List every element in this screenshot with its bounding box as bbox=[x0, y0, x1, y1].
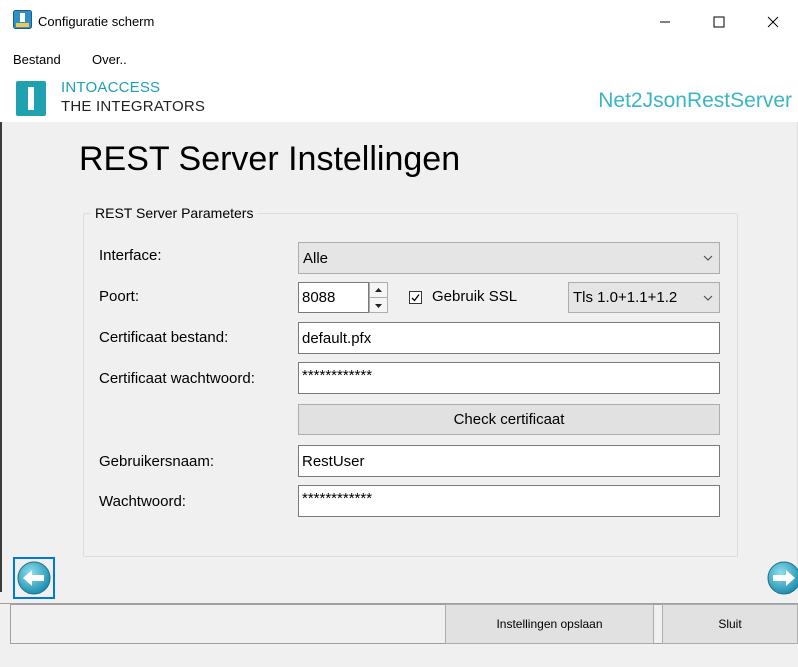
cert-file-value: default.pfx bbox=[302, 329, 372, 347]
tls-select[interactable]: Tls 1.0+1.1+1.2 bbox=[568, 282, 720, 313]
minimize-button[interactable] bbox=[638, 0, 692, 44]
password-value: ************ bbox=[302, 490, 373, 507]
password-label: Wachtwoord: bbox=[99, 493, 186, 510]
left-border bbox=[0, 122, 2, 592]
window-title: Configuratie scherm bbox=[38, 14, 155, 29]
username-input[interactable]: RestUser bbox=[298, 445, 720, 477]
title-bar: Configuratie scherm bbox=[0, 0, 798, 44]
poort-input[interactable]: 8088 bbox=[298, 282, 369, 313]
minimize-icon bbox=[660, 21, 670, 23]
maximize-button[interactable] bbox=[692, 0, 746, 44]
username-value: RestUser bbox=[302, 452, 365, 470]
cert-password-label: Certificaat wachtwoord: bbox=[99, 370, 255, 387]
interface-select[interactable]: Alle bbox=[298, 242, 720, 274]
ssl-label[interactable]: Gebruik SSL bbox=[432, 288, 517, 305]
cert-file-input[interactable]: default.pfx bbox=[298, 322, 720, 354]
password-input[interactable]: ************ bbox=[298, 485, 720, 517]
poort-stepper[interactable] bbox=[369, 282, 388, 313]
intoaccess-logo-icon bbox=[16, 81, 46, 116]
previous-button[interactable] bbox=[13, 557, 55, 599]
menu-bar: Bestand Over.. bbox=[0, 44, 798, 74]
close-icon bbox=[767, 16, 779, 28]
brand-logo-line2: THE INTEGRATORS bbox=[61, 98, 206, 115]
tls-value: Tls 1.0+1.1+1.2 bbox=[573, 289, 678, 306]
poort-value: 8088 bbox=[302, 289, 336, 306]
check-certificate-button[interactable]: Check certificaat bbox=[298, 404, 720, 435]
close-window-button[interactable] bbox=[746, 0, 798, 44]
app-icon bbox=[13, 10, 32, 29]
menu-over[interactable]: Over.. bbox=[92, 52, 127, 67]
page-title: REST Server Instellingen bbox=[79, 140, 461, 178]
save-settings-label: Instellingen opslaan bbox=[496, 617, 603, 631]
cert-password-input[interactable]: ************ bbox=[298, 362, 720, 394]
interface-label: Interface: bbox=[99, 247, 162, 264]
interface-value: Alle bbox=[303, 249, 329, 267]
maximize-icon bbox=[713, 16, 725, 28]
save-settings-button[interactable]: Instellingen opslaan bbox=[445, 604, 654, 644]
stepper-up-icon[interactable] bbox=[370, 283, 387, 298]
checkmark-icon bbox=[411, 294, 420, 302]
chevron-down-icon bbox=[703, 295, 713, 301]
cert-file-label: Certificaat bestand: bbox=[99, 329, 229, 346]
cert-password-value: ************ bbox=[302, 367, 373, 384]
username-label: Gebruikersnaam: bbox=[99, 453, 215, 470]
close-button-label: Sluit bbox=[718, 617, 742, 631]
close-button[interactable]: Sluit bbox=[662, 604, 798, 644]
ssl-checkbox[interactable] bbox=[409, 291, 422, 304]
arrow-right-icon bbox=[767, 561, 798, 595]
group-title: REST Server Parameters bbox=[91, 205, 258, 221]
menu-bestand[interactable]: Bestand bbox=[13, 52, 61, 67]
next-button[interactable] bbox=[763, 557, 798, 599]
check-certificate-label: Check certificaat bbox=[453, 411, 565, 428]
app-name: Net2JsonRestServer bbox=[598, 89, 792, 112]
arrow-left-icon bbox=[17, 561, 51, 595]
brand-logo-line1: INTOACCESS bbox=[61, 79, 161, 96]
poort-label: Poort: bbox=[99, 288, 140, 305]
chevron-down-icon bbox=[703, 255, 713, 261]
stepper-down-icon[interactable] bbox=[370, 298, 387, 313]
